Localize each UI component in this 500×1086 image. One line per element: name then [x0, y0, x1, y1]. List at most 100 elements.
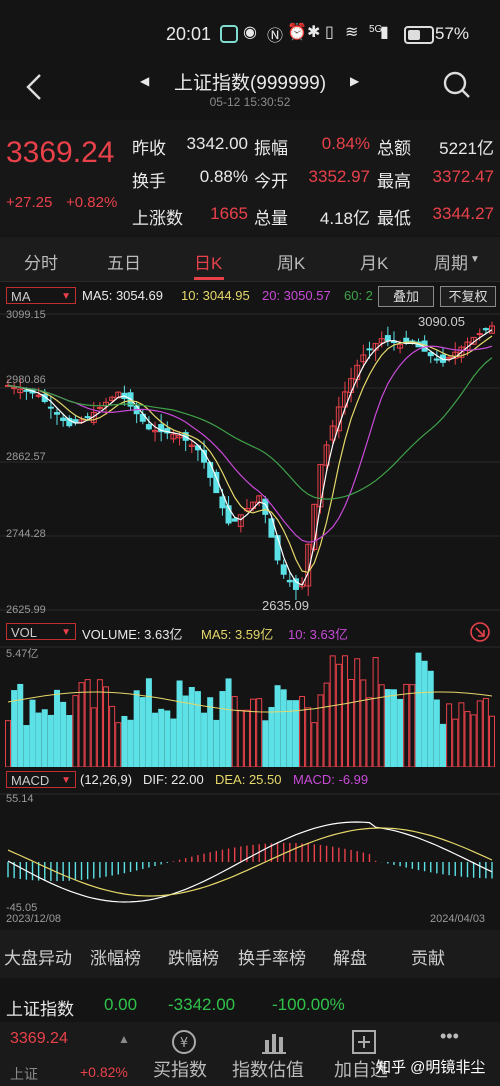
more-icon[interactable]: ••• [440, 1026, 459, 1047]
quote-field-value: 3342.00 [186, 134, 248, 153]
add-watchlist-icon[interactable] [350, 1028, 378, 1056]
footer-name: 上证 [10, 1066, 38, 1082]
prev-stock-icon[interactable]: ◀ [140, 74, 149, 88]
next-stock-icon[interactable]: ▶ [350, 74, 359, 88]
period-tabs: 分时 五日 日K 周K 月K 周期 ▼ [0, 237, 500, 282]
wifi-icon: ≋ [345, 24, 359, 41]
volume-bar [23, 725, 30, 767]
quote-field-label: 上涨数 [132, 209, 183, 228]
buy-index-button[interactable]: 买指数 [153, 1056, 207, 1082]
date-start: 2023/12/08 [6, 913, 62, 925]
footer-price: 3369.24 [10, 1030, 68, 1047]
volume-indicator-select[interactable]: VOL ▼ [6, 623, 76, 640]
chevron-down-icon: ▼ [61, 627, 71, 638]
volume-bar [152, 712, 159, 767]
bluetooth-icon: ✱ [307, 24, 321, 41]
volume-bar [90, 707, 97, 767]
volume-bar [311, 722, 318, 767]
volume-bar [213, 719, 220, 767]
macd-y-top: 55.14 [6, 793, 34, 805]
volume-bar [41, 709, 48, 767]
volume-bar [194, 691, 201, 767]
adjust-button[interactable]: 不复权 [440, 286, 496, 307]
tab-top-gainers[interactable]: 涨幅榜 [90, 944, 141, 969]
quote-field-label: 最高 [377, 172, 411, 191]
volume-bar [188, 686, 195, 767]
quote-field-label: 振幅 [254, 139, 288, 158]
candle-body [84, 416, 91, 419]
macd-value-label: MACD: -6.99 [293, 772, 369, 787]
current-price: 3369.24 [6, 136, 115, 169]
tab-market-movement[interactable]: 大盘异动 [4, 944, 72, 969]
signal-icon: ▮ [380, 24, 389, 41]
volume-bar [317, 694, 324, 767]
kline-chart[interactable] [0, 306, 500, 616]
volume-bar [268, 706, 275, 767]
tab-monthly-k[interactable]: 月K [360, 249, 388, 274]
quote-datetime: 05-12 15:30:52 [209, 95, 291, 109]
volume-bar [231, 696, 238, 767]
tab-period[interactable]: 周期 [434, 249, 468, 274]
volume-bar [170, 718, 177, 767]
tab-analysis[interactable]: 解盘 [333, 944, 367, 969]
volume-bar [256, 698, 263, 767]
tab-daily-k[interactable]: 日K [194, 249, 222, 274]
candle-body [433, 358, 440, 361]
volume-bar [335, 663, 342, 767]
volume-bar [299, 695, 306, 767]
volume-bar [127, 719, 134, 767]
price-change: +27.25 [6, 194, 53, 211]
quote-field-value: 5221亿 [439, 139, 494, 158]
valuation-icon[interactable] [260, 1028, 288, 1056]
refresh-icon[interactable] [468, 620, 492, 644]
volume-bar [29, 699, 36, 767]
footer-bar: 3369.24 上证 +0.82% ▲ ¥ 买指数 指数估值 加自选 ••• 知… [0, 1022, 500, 1086]
macd-dea-label: DEA: 25.50 [215, 772, 282, 787]
quote-field-value: 1665 [210, 204, 248, 223]
back-arrow-icon[interactable] [24, 72, 44, 102]
tab-turnover[interactable]: 换手率榜 [238, 944, 306, 969]
index-row[interactable]: 上证指数 0.00 -3342.00 -100.00% [0, 978, 500, 1022]
expand-up-icon[interactable]: ▲ [118, 1032, 130, 1046]
volume-bar [225, 678, 232, 767]
buy-index-icon[interactable]: ¥ [170, 1028, 198, 1056]
macd-indicator-select[interactable]: MACD ▼ [6, 771, 76, 788]
volume-bar [433, 699, 440, 767]
tab-weekly-k[interactable]: 周K [277, 249, 305, 274]
quote-field-label: 昨收 [132, 139, 166, 158]
macd-chart[interactable] [0, 790, 500, 914]
kline-y-label: 2862.57 [6, 451, 46, 463]
volume-bar [274, 685, 281, 767]
alarm-icon: ⏰ [287, 24, 307, 41]
volume-bar [60, 701, 67, 767]
candle-body [482, 328, 489, 331]
volume-bar [262, 720, 269, 767]
period-dropdown-icon[interactable]: ▼ [470, 254, 480, 265]
tab-intraday[interactable]: 分时 [24, 249, 58, 274]
tab-five-day[interactable]: 五日 [107, 249, 141, 274]
volume-bar [84, 679, 91, 767]
quote-field-label: 总额 [377, 139, 411, 158]
candle-body [366, 348, 373, 351]
volume-bar [139, 697, 146, 767]
quote-field-value: 0.88% [199, 167, 248, 186]
price-change-pct: +0.82% [66, 194, 118, 211]
volume-chart[interactable] [0, 643, 500, 767]
overlay-button[interactable]: 叠加 [378, 286, 434, 307]
tab-contribution[interactable]: 贡献 [411, 944, 445, 969]
volume-bar [66, 715, 73, 767]
volume-bar [145, 678, 152, 767]
volume-bar [5, 720, 11, 767]
search-icon[interactable] [442, 70, 472, 100]
volume-bar [384, 689, 391, 767]
volume-bar [237, 709, 244, 767]
app-icon [220, 25, 238, 43]
tab-top-losers[interactable]: 跌幅榜 [168, 944, 219, 969]
kline-indicator-label: MA [11, 289, 31, 304]
kline-indicator-select[interactable]: MA ▼ [6, 287, 76, 304]
quote-field-value: 3344.27 [432, 204, 494, 223]
candle-body [476, 333, 483, 336]
index-valuation-button[interactable]: 指数估值 [232, 1056, 304, 1082]
candle-body [23, 389, 30, 392]
volume-bar [250, 698, 257, 767]
